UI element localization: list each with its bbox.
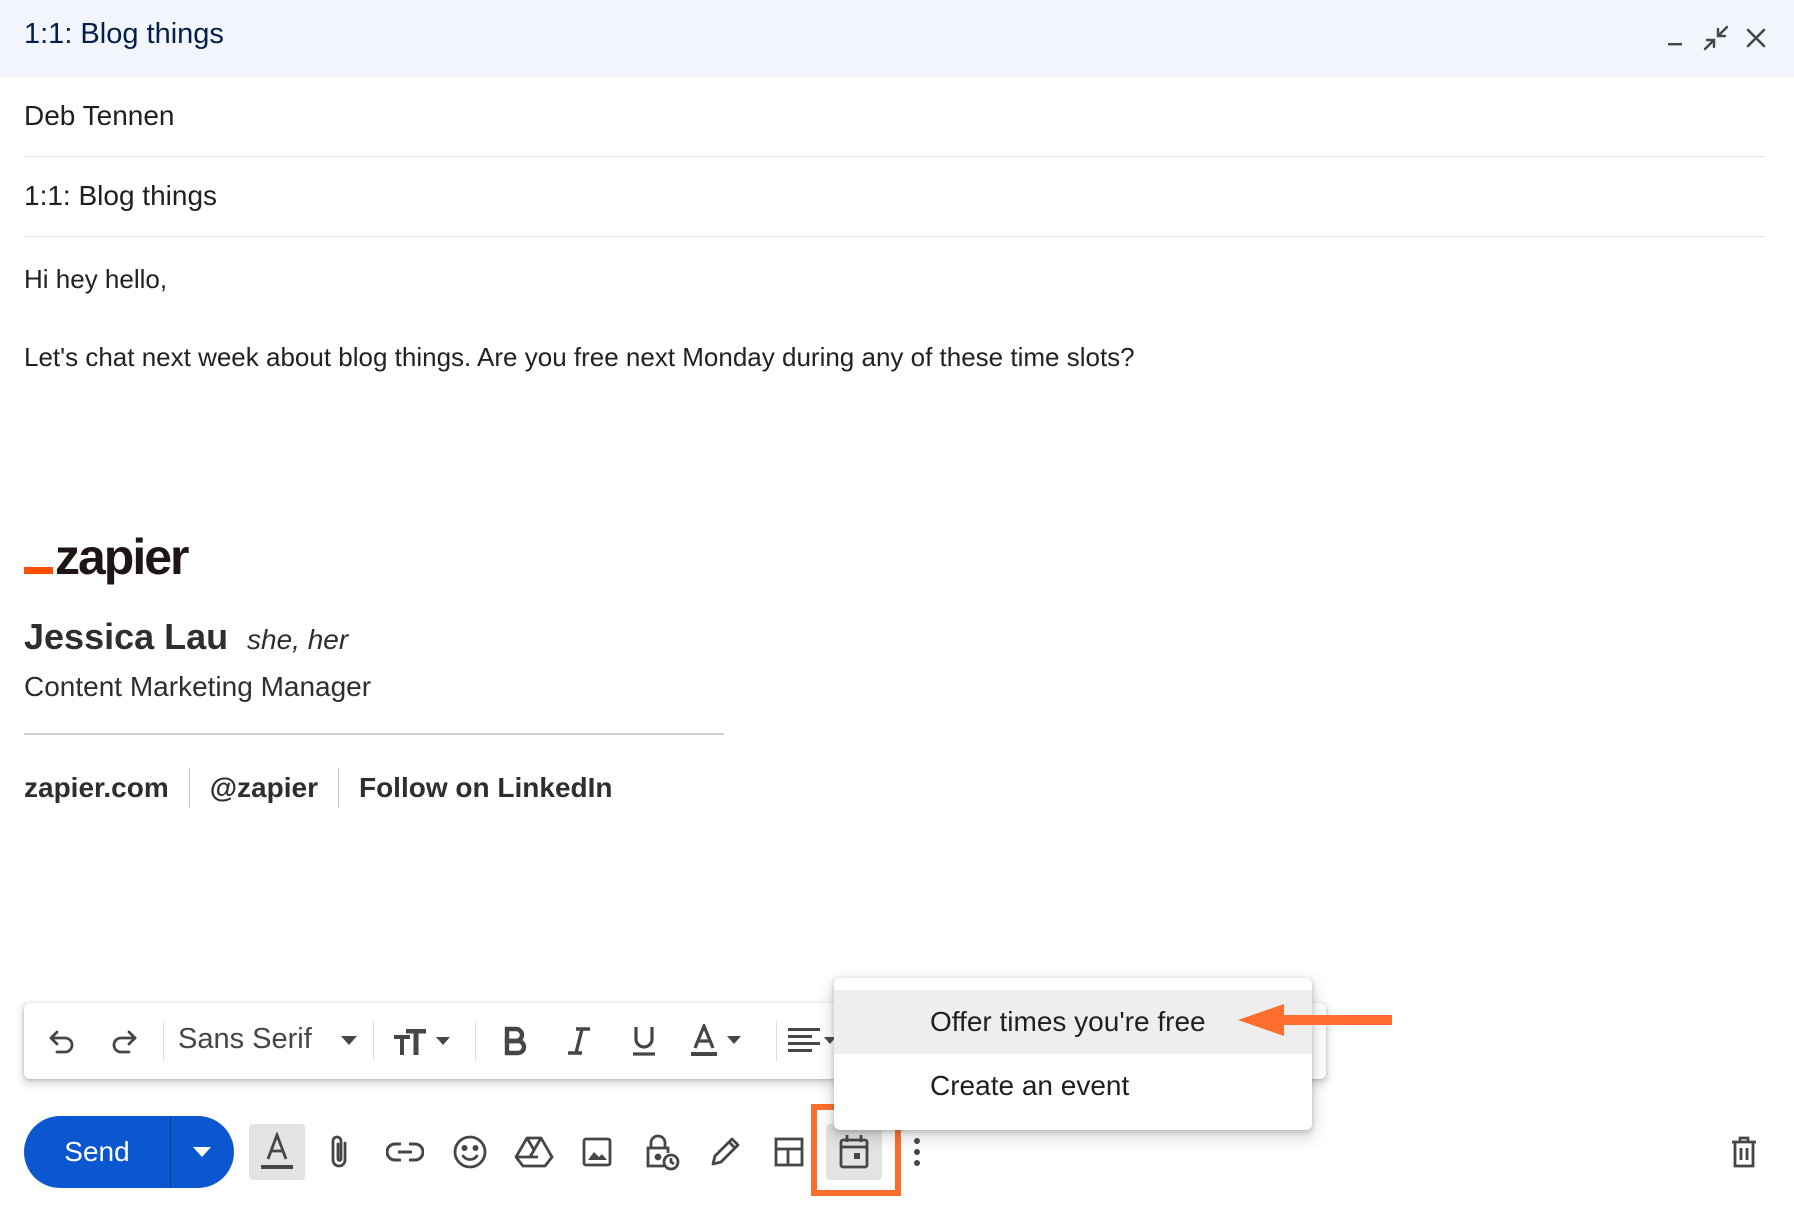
undo-button[interactable] [38, 1017, 86, 1065]
italic-button[interactable] [555, 1017, 603, 1065]
body-line: Hi hey hello, [24, 264, 168, 294]
subject-field[interactable]: 1:1: Blog things [24, 157, 1764, 237]
layouts-button[interactable] [761, 1124, 817, 1180]
italic-icon [568, 1027, 590, 1055]
recipient-chip[interactable]: Deb Tennen [24, 100, 175, 132]
insert-drive-button[interactable] [506, 1124, 562, 1180]
more-options-icon [914, 1138, 920, 1166]
to-field[interactable]: Deb Tennen [24, 77, 1764, 157]
confidential-mode-button[interactable] [634, 1124, 690, 1180]
bold-icon [504, 1026, 527, 1056]
underline-button[interactable] [620, 1017, 668, 1065]
insert-photo-button[interactable] [569, 1124, 625, 1180]
layouts-icon [774, 1137, 804, 1167]
font-family-select[interactable]: Sans Serif [178, 1023, 312, 1056]
align-icon [788, 1028, 836, 1052]
redo-button[interactable] [100, 1017, 148, 1065]
text-color-icon [691, 1024, 741, 1056]
confidential-icon [646, 1134, 680, 1171]
trash-icon [1732, 1136, 1756, 1168]
signature-divider [24, 733, 724, 735]
chevron-down-icon [193, 1147, 211, 1157]
signature-links: zapier.com @zapier Follow on LinkedIn [24, 768, 613, 808]
photo-icon [582, 1137, 612, 1167]
link-separator [337, 768, 339, 808]
logo-dash [24, 567, 53, 574]
close-icon [1746, 28, 1766, 48]
bold-button[interactable] [491, 1017, 539, 1065]
insert-link-button[interactable] [377, 1124, 433, 1180]
undo-icon [49, 1030, 74, 1054]
insert-signature-button[interactable] [697, 1124, 753, 1180]
set-up-time-button[interactable] [826, 1124, 882, 1180]
callout-arrow-icon [1238, 1004, 1392, 1036]
minimize-button[interactable] [1657, 20, 1693, 56]
send-options-button[interactable] [171, 1116, 233, 1188]
signature-role: Content Marketing Manager [24, 671, 372, 702]
send-button-group: Send [24, 1116, 234, 1188]
insert-emoji-button[interactable] [442, 1124, 498, 1180]
minimize-icon [1668, 43, 1682, 46]
toolbar-separator [475, 1021, 476, 1061]
send-separator [170, 1116, 171, 1188]
signature-icon [711, 1137, 740, 1166]
signature-name: Jessica Lau [24, 616, 229, 657]
formatting-options-button[interactable] [249, 1124, 305, 1180]
compose-title: 1:1: Blog things [24, 18, 224, 50]
chevron-down-icon [341, 1036, 357, 1045]
font-size-icon [394, 1029, 450, 1055]
emoji-icon [453, 1135, 487, 1169]
more-options-button[interactable] [889, 1124, 945, 1180]
compose-title-bar[interactable]: 1:1: Blog things [0, 0, 1794, 77]
text-color-button[interactable] [682, 1017, 762, 1065]
signature-pronouns: she, her [247, 624, 349, 655]
drive-icon [514, 1136, 554, 1168]
redo-icon [112, 1030, 137, 1054]
discard-draft-button[interactable] [1716, 1124, 1772, 1180]
exit-fullscreen-icon [1703, 25, 1729, 51]
link-icon [386, 1142, 424, 1162]
toolbar-separator [776, 1021, 777, 1061]
logo-wordmark: zapier [55, 529, 190, 585]
close-button[interactable] [1738, 20, 1774, 56]
attach-button[interactable] [312, 1124, 368, 1180]
calendar-icon [839, 1135, 869, 1169]
body-line: Let's chat next week about blog things. … [24, 342, 1135, 372]
exit-fullscreen-button[interactable] [1698, 20, 1734, 56]
formatting-options-icon [261, 1132, 293, 1169]
signature-link-twitter[interactable]: @zapier [210, 772, 318, 804]
toolbar-separator [373, 1021, 374, 1061]
underline-icon [633, 1027, 655, 1056]
align-button[interactable] [781, 1017, 841, 1065]
toolbar-separator [163, 1021, 164, 1061]
signature-link-linkedin[interactable]: Follow on LinkedIn [359, 772, 613, 804]
font-size-button[interactable] [388, 1017, 462, 1065]
menu-item-create-event[interactable]: Create an event [834, 1054, 1312, 1118]
subject-input[interactable]: 1:1: Blog things [24, 180, 217, 212]
signature-link-website[interactable]: zapier.com [24, 772, 169, 804]
attach-icon [331, 1135, 347, 1168]
send-button[interactable]: Send [24, 1116, 170, 1188]
link-separator [188, 768, 190, 808]
font-family-dropdown[interactable] [334, 1017, 364, 1065]
